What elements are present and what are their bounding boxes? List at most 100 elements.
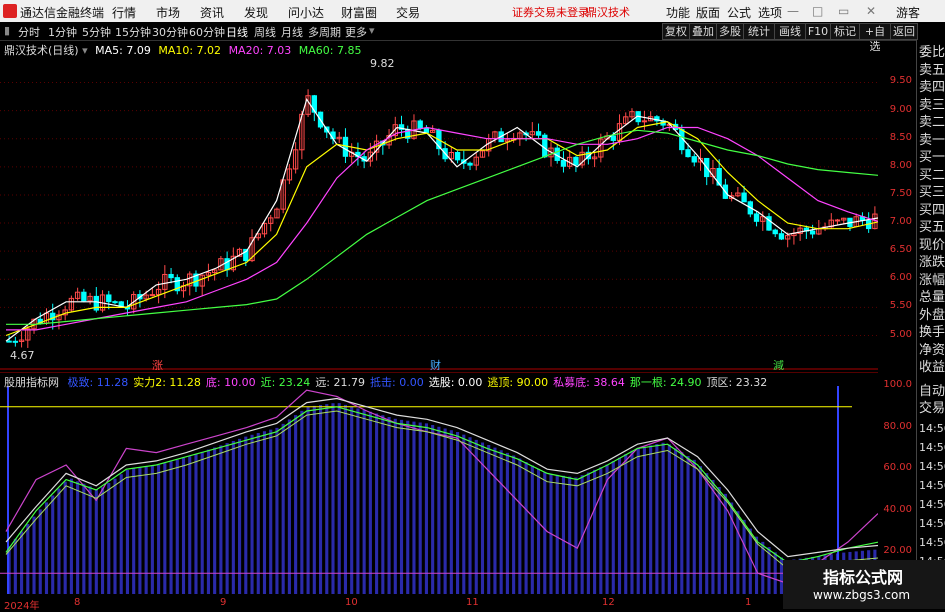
login-notice[interactable]: 证券交易未登录	[512, 4, 589, 20]
huaxian-button[interactable]: 画线	[774, 23, 806, 40]
menu-jiaoyi[interactable]: 交易	[396, 4, 420, 21]
quote-panel[interactable]: 委比 卖五 卖四 卖三 卖二 卖一 买一 买二 买三 买四 买五 现价 涨跌 涨幅 总量 外盘 换手 净资 收益自动…	[916, 40, 945, 609]
menu-wenxiaoda[interactable]: 问小达	[288, 4, 324, 21]
candle-body	[641, 120, 648, 123]
indicator-item: 那一根: 24.90	[629, 376, 702, 389]
trade-time: 14:56	[919, 536, 945, 549]
quote-label[interactable]: 净资	[919, 342, 945, 359]
quote-label[interactable]: 换手	[919, 324, 945, 341]
indicator-plot[interactable]	[0, 372, 878, 597]
add-favorite-button[interactable]: +自选	[859, 23, 891, 53]
biaoji-button[interactable]: 标记	[830, 23, 860, 40]
candle-body	[741, 192, 747, 203]
quote-label[interactable]: 涨跌	[919, 254, 945, 271]
minimize-icon[interactable]: —	[787, 4, 799, 18]
quote-label[interactable]: 买四	[919, 202, 945, 219]
menu-hangqing[interactable]: 行情	[112, 4, 136, 21]
menu-caifuquan[interactable]: 财富圈	[341, 4, 377, 21]
info-dropdown-icon[interactable]: ▾	[82, 44, 88, 57]
quote-label[interactable]: 卖三	[919, 97, 945, 114]
close-icon[interactable]: ✕	[866, 4, 876, 18]
tab-more[interactable]: 更多	[345, 24, 367, 40]
y-tick-label: 6.00	[889, 272, 912, 284]
maximize-icon[interactable]: □	[812, 4, 823, 18]
tab-1min[interactable]: 1分钟	[48, 24, 77, 40]
watermark-title: 指标公式网	[823, 568, 904, 587]
indicator-item: 私募底: 38.64	[553, 376, 625, 389]
menu-zixun[interactable]: 资讯	[200, 4, 224, 21]
date-label: 11	[466, 597, 479, 608]
quote-label[interactable]: 卖五	[919, 62, 945, 79]
quote-label[interactable]: 买二	[919, 167, 945, 184]
ma5-label: MA5: 7.09	[95, 44, 151, 57]
tab-multi-period[interactable]: 多周期	[308, 24, 341, 40]
tab-15min[interactable]: 15分钟	[115, 24, 151, 40]
restore-icon[interactable]: ▭	[838, 4, 849, 18]
trade-time: 14:56	[919, 498, 945, 511]
duogu-button[interactable]: 多股	[716, 23, 744, 40]
quote-label[interactable]: 买一	[919, 149, 945, 166]
tab-weekly[interactable]: 周线	[254, 24, 276, 40]
menu-gongneng[interactable]: 功能	[666, 4, 690, 21]
event-marker[interactable]: 減	[773, 358, 784, 370]
stock-notice: 鼎汉技术	[586, 6, 630, 19]
tab-monthly[interactable]: 月线	[281, 24, 303, 40]
candle-body	[753, 213, 760, 222]
menu-banmian[interactable]: 版面	[696, 4, 720, 21]
event-marker[interactable]: 涨	[152, 359, 163, 370]
candle-body	[423, 127, 430, 133]
quote-label[interactable]: 买三	[919, 184, 945, 201]
main-y-axis: 9.50 9.00 8.50 8.00 7.50 7.00 6.50 6.00 5.50 5.00	[878, 40, 914, 370]
trade-time: 14:56	[919, 441, 945, 454]
quote-label[interactable]: 委比	[919, 44, 945, 61]
menu-xuanxiang[interactable]: 选项	[758, 4, 782, 21]
trade-time: 14:56	[919, 517, 945, 530]
more-dropdown-icon[interactable]: ▾	[369, 24, 375, 37]
candle-body	[6, 340, 12, 343]
tab-daily[interactable]: 日线	[226, 24, 248, 40]
auto-trade-label[interactable]: 自动	[919, 383, 945, 400]
indicator-item: 底: 10.00	[205, 376, 256, 389]
quote-label[interactable]: 卖四	[919, 79, 945, 96]
event-marker[interactable]: 财	[430, 358, 441, 370]
quote-label[interactable]: 卖一	[919, 132, 945, 149]
high-price-label: 9.82	[370, 57, 395, 70]
kline-plot[interactable]: 9.82 4.67 涨 财 減	[0, 40, 878, 370]
tab-30min[interactable]: 30分钟	[152, 24, 188, 40]
quote-label[interactable]: 外盘	[919, 307, 945, 324]
indicator-line	[5, 389, 878, 585]
indicator-y-tick-label: 80.00	[883, 420, 912, 432]
date-label: 2024年	[4, 601, 40, 612]
kline-chart[interactable]: 9.82 4.67 涨 财 減 鼎汉技术(日线) ▾ MA5: 7.09 MA10: 7…	[0, 40, 878, 370]
menu-gongshi[interactable]: 公式	[727, 4, 751, 21]
auto-trade-label[interactable]: 交易	[919, 400, 945, 417]
menu-shichang[interactable]: 市场	[156, 4, 180, 21]
quote-label[interactable]: 涨幅	[919, 272, 945, 289]
quote-label[interactable]: 现价	[919, 237, 945, 254]
fuquan-button[interactable]: 复权	[662, 23, 690, 40]
indicator-chart[interactable]: 股朋指标网 极致: 11.28 实力2: 11.28 底: 10.00 近: 23.2…	[0, 372, 878, 597]
watermark-url: www.zbgs3.com	[813, 588, 911, 602]
candle-body	[610, 135, 616, 141]
quote-label[interactable]: 买五	[919, 219, 945, 236]
back-button[interactable]: 返回	[890, 23, 918, 40]
quote-label[interactable]: 总量	[919, 289, 945, 306]
menu-faxian[interactable]: 发现	[244, 4, 268, 21]
tab-5min[interactable]: 5分钟	[82, 24, 111, 40]
tongji-button[interactable]: 统计	[743, 23, 775, 40]
candle-body	[81, 291, 87, 302]
tab-60min[interactable]: 60分钟	[189, 24, 225, 40]
indicator-item: 抵击: 0.00	[370, 376, 424, 389]
indicator-line	[5, 397, 878, 558]
app-logo-icon	[3, 4, 17, 18]
tab-fenshi[interactable]: 分时	[18, 24, 40, 40]
quote-label[interactable]: 收益	[919, 359, 945, 376]
f10-button[interactable]: F10	[805, 23, 831, 40]
guest-label[interactable]: 游客	[896, 4, 920, 21]
quote-label[interactable]: 卖二	[919, 114, 945, 131]
candle-body	[560, 159, 567, 167]
toolbar-toggle-icon[interactable]: ▮	[4, 24, 10, 37]
indicator-item: 选股: 0.00	[428, 376, 483, 389]
low-price-label: 4.67	[10, 349, 35, 362]
diejia-button[interactable]: 叠加	[689, 23, 717, 40]
